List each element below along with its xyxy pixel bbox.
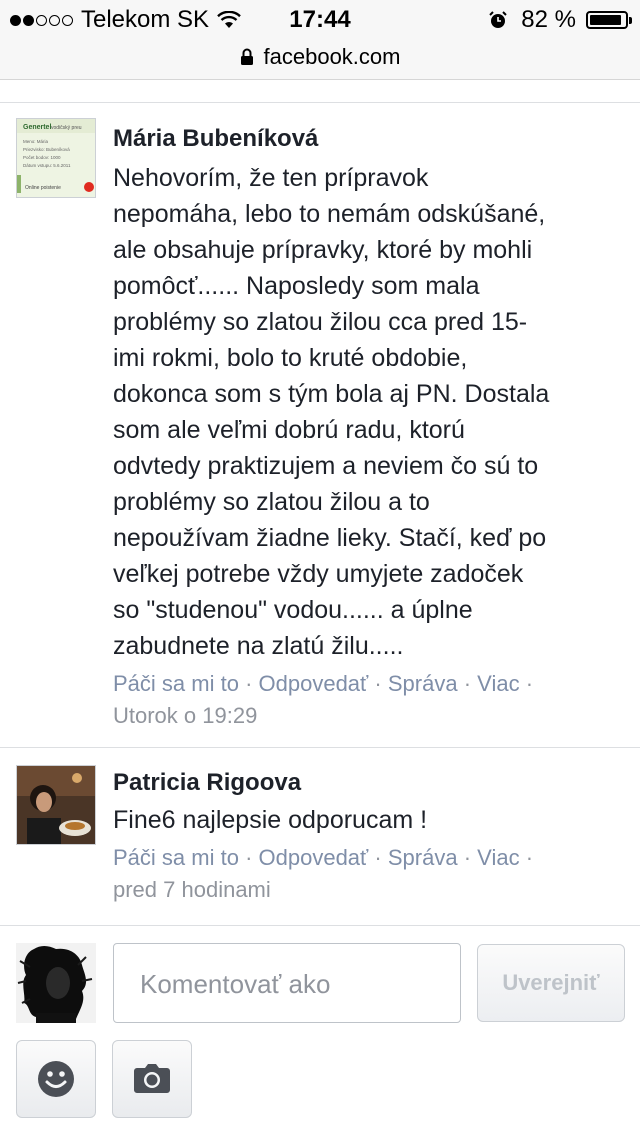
separator: · <box>374 671 382 696</box>
comment-actions: Páči sa mi to · Odpovedať · Správa · Via… <box>113 668 620 700</box>
avatar-id-card: Genertel vodičský preu Meno: Mária Priez… <box>17 119 95 197</box>
comment-actions: Páči sa mi to · Odpovedať · Správa · Via… <box>113 842 620 874</box>
comment-author[interactable]: Patricia Rigoova <box>113 768 620 798</box>
lock-icon <box>240 48 253 65</box>
divider <box>0 925 640 926</box>
more-link[interactable]: Viac <box>477 671 519 696</box>
reply-link[interactable]: Odpovedať <box>259 845 369 870</box>
separator: · <box>374 845 382 870</box>
status-bar: Telekom SK 17:44 82 % <box>0 0 640 44</box>
avatar-card-subtitle: vodičský preu <box>51 125 82 131</box>
comment-timestamp[interactable]: pred 7 hodinami <box>113 874 620 906</box>
reply-link[interactable]: Odpovedať <box>259 671 369 696</box>
publish-button[interactable]: Uverejniť <box>477 944 625 1022</box>
current-user-avatar <box>16 943 96 1023</box>
like-link[interactable]: Páči sa mi to <box>113 845 239 870</box>
emoji-button[interactable] <box>16 1040 96 1118</box>
separator: · <box>525 845 534 870</box>
separator: · <box>245 845 253 870</box>
battery-icon <box>586 11 632 29</box>
comment-text: Nehovorím, že ten prípravok nepomáha, le… <box>113 164 550 660</box>
address-bar[interactable]: facebook.com <box>0 44 640 80</box>
comment-text: Fine6 najlepsie odporucam ! <box>113 806 428 834</box>
separator: · <box>525 671 534 696</box>
separator: · <box>245 671 253 696</box>
divider <box>0 102 640 103</box>
avatar-card-row: Priezvisko: Bubeníková <box>23 147 70 152</box>
avatar-silhouette <box>16 943 96 1023</box>
comment-timestamp[interactable]: Utorok o 19:29 <box>113 700 620 732</box>
more-link[interactable]: Viac <box>477 845 519 870</box>
avatar-card-footer: Online poistenie <box>25 185 61 191</box>
separator: · <box>463 845 472 870</box>
avatar-card-row: Dátum vstupu: 5.6.2011 <box>23 163 71 168</box>
message-link[interactable]: Správa <box>388 845 458 870</box>
avatar-card-row: Meno: Mária <box>23 139 49 144</box>
divider <box>0 747 640 748</box>
separator: · <box>463 671 472 696</box>
avatar-card-row: Počet bodov: 1000 <box>23 155 61 160</box>
camera-icon <box>134 1064 170 1093</box>
comment-author[interactable]: Mária Bubeníková <box>113 124 620 154</box>
alarm-clock-icon <box>489 11 508 28</box>
photo-button[interactable] <box>112 1040 192 1118</box>
like-link[interactable]: Páči sa mi to <box>113 671 239 696</box>
avatar[interactable] <box>16 765 96 845</box>
comment-input[interactable]: Komentovať ako <box>113 943 461 1023</box>
battery-percent: 82 % <box>521 6 576 33</box>
message-link[interactable]: Správa <box>388 671 458 696</box>
avatar-card-title: Genertel <box>23 124 51 131</box>
smiley-icon <box>38 1061 74 1097</box>
avatar-photo <box>17 766 95 844</box>
url-domain: facebook.com <box>263 44 401 69</box>
avatar[interactable]: Genertel vodičský preu Meno: Mária Priez… <box>16 118 96 198</box>
